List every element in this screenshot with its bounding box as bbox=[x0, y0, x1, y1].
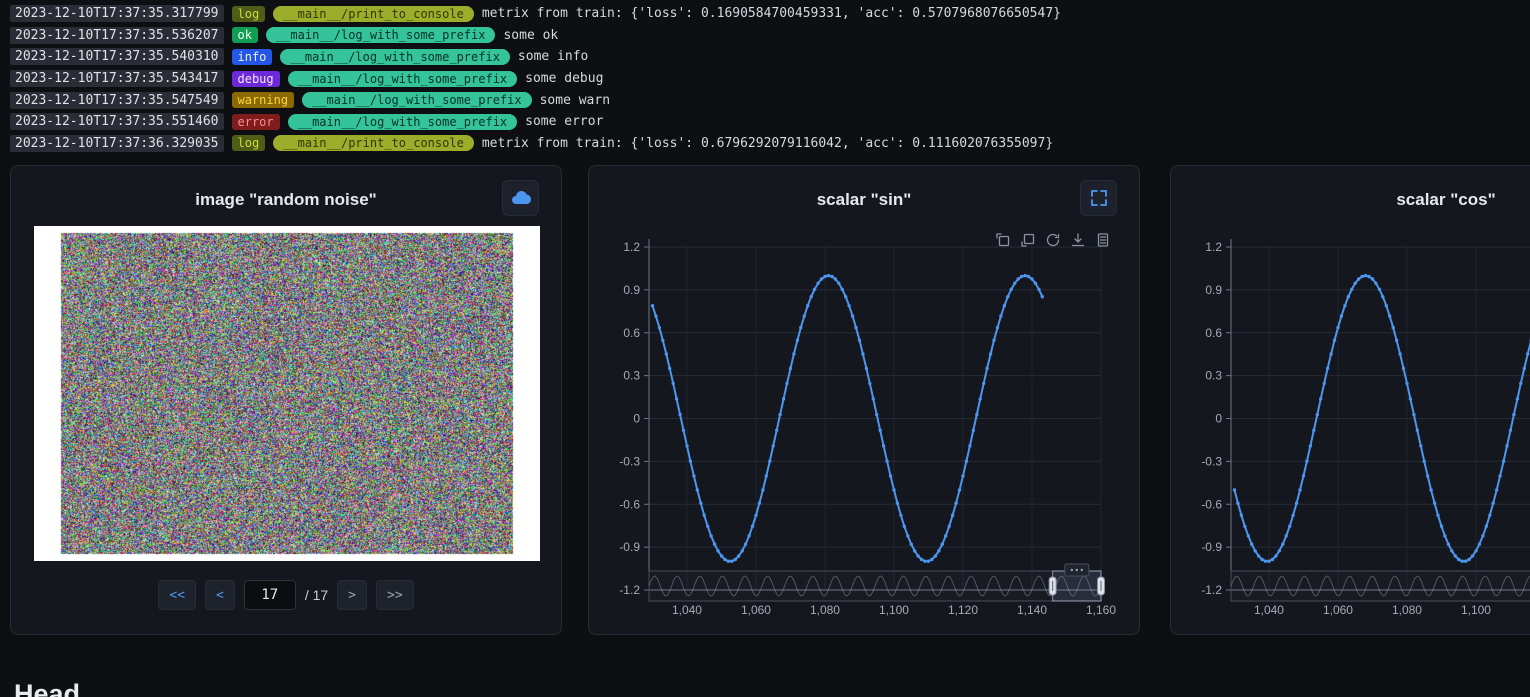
y-tick-label: 0.9 bbox=[1205, 283, 1222, 297]
log-message: some info bbox=[518, 49, 588, 64]
y-tick-label: 0.6 bbox=[1205, 326, 1222, 340]
y-tick-label: -0.3 bbox=[619, 454, 640, 468]
log-entry: 2023-12-10T17:37:35.543417 debug __main_… bbox=[0, 68, 1530, 90]
y-tick-label: -1.2 bbox=[1201, 583, 1222, 597]
log-timestamp: 2023-12-10T17:37:35.547549 bbox=[10, 92, 224, 109]
y-tick-label: -0.6 bbox=[619, 497, 640, 511]
x-tick-label: 1,080 bbox=[810, 603, 840, 617]
log-entry: 2023-12-10T17:37:35.547549 warning __mai… bbox=[0, 89, 1530, 111]
y-tick-label: -1.2 bbox=[619, 583, 640, 597]
log-module-badge: __main__/log_with_some_prefix bbox=[288, 114, 518, 130]
log-level-badge: ok bbox=[232, 27, 258, 43]
x-tick-label: 1,120 bbox=[948, 603, 978, 617]
y-tick-label: -0.9 bbox=[619, 540, 640, 554]
log-message: metrix from train: {'loss': 0.1690584700… bbox=[482, 6, 1061, 21]
log-message: some warn bbox=[540, 93, 610, 108]
y-tick-label: 1.2 bbox=[1205, 240, 1222, 254]
x-tick-label: 1,160 bbox=[1086, 603, 1116, 617]
x-tick-label: 1,080 bbox=[1392, 603, 1422, 617]
x-tick-label: 1,060 bbox=[1323, 603, 1353, 617]
log-level-badge: log bbox=[232, 135, 266, 151]
x-tick-label: 1,100 bbox=[879, 603, 909, 617]
log-level-badge: warning bbox=[232, 92, 295, 108]
last-page-button[interactable]: >> bbox=[376, 580, 414, 610]
log-entry: 2023-12-10T17:37:35.317799 log __main__/… bbox=[0, 3, 1530, 25]
log-timestamp: 2023-12-10T17:37:36.329035 bbox=[10, 135, 224, 152]
noise-image-canvas bbox=[34, 226, 540, 561]
log-module-badge: __main__/log_with_some_prefix bbox=[302, 92, 532, 108]
cos-chart-plot[interactable]: 1.2 0.9 0.6 0.3 0 -0.3 -0.6 -0.9 -1.2 1,040 1,060 1… bbox=[1171, 166, 1530, 636]
prev-page-button[interactable]: < bbox=[205, 580, 235, 610]
log-entry: 2023-12-10T17:37:35.540310 info __main__… bbox=[0, 46, 1530, 68]
log-message: some ok bbox=[503, 28, 558, 43]
log-entry: 2023-12-10T17:37:36.329035 log __main__/… bbox=[0, 133, 1530, 155]
log-message: some error bbox=[525, 114, 603, 129]
cloud-download-button[interactable] bbox=[502, 180, 539, 216]
x-tick-label: 1,040 bbox=[672, 603, 702, 617]
chart-toolbox bbox=[995, 232, 1111, 248]
page-total-label: / 17 bbox=[305, 587, 328, 603]
y-tick-label: -0.9 bbox=[1201, 540, 1222, 554]
log-timestamp: 2023-12-10T17:37:35.543417 bbox=[10, 70, 224, 87]
log-module-badge: __main__/print_to_console bbox=[273, 6, 474, 22]
y-tick-label: 0.6 bbox=[623, 326, 640, 340]
log-entry: 2023-12-10T17:37:35.551460 error __main_… bbox=[0, 111, 1530, 133]
log-module-badge: __main__/log_with_some_prefix bbox=[266, 27, 496, 43]
log-message: metrix from train: {'loss': 0.6796292079… bbox=[482, 136, 1053, 151]
fullscreen-button[interactable] bbox=[1080, 180, 1117, 216]
log-console: 2023-12-10T17:37:35.317799 log __main__/… bbox=[0, 0, 1530, 154]
x-tick-label: 1,060 bbox=[741, 603, 771, 617]
log-message: some debug bbox=[525, 71, 603, 86]
log-timestamp: 2023-12-10T17:37:35.540310 bbox=[10, 48, 224, 65]
next-page-button[interactable]: > bbox=[337, 580, 367, 610]
save-image-icon[interactable] bbox=[1070, 232, 1086, 248]
page-number-input[interactable] bbox=[244, 580, 296, 610]
image-card-title: image "random noise" bbox=[11, 190, 561, 210]
x-tick-label: 1,140 bbox=[1017, 603, 1047, 617]
log-module-badge: __main__/print_to_console bbox=[273, 135, 474, 151]
zoom-reset-icon[interactable] bbox=[1020, 232, 1036, 248]
y-tick-label: -0.6 bbox=[1201, 497, 1222, 511]
restore-icon[interactable] bbox=[1045, 232, 1061, 248]
log-entry: 2023-12-10T17:37:35.536207 ok __main__/l… bbox=[0, 25, 1530, 47]
y-tick-label: 0.9 bbox=[623, 283, 640, 297]
log-timestamp: 2023-12-10T17:37:35.551460 bbox=[10, 113, 224, 130]
cos-card-title: scalar "cos" bbox=[1171, 190, 1530, 210]
log-level-badge: debug bbox=[232, 71, 280, 87]
log-timestamp: 2023-12-10T17:37:35.317799 bbox=[10, 5, 224, 22]
first-page-button[interactable]: << bbox=[158, 580, 196, 610]
y-tick-label: 0.3 bbox=[1205, 369, 1222, 383]
box-zoom-icon[interactable] bbox=[995, 232, 1011, 248]
y-tick-label: 0 bbox=[633, 412, 640, 426]
x-tick-label: 1,100 bbox=[1461, 603, 1491, 617]
log-level-badge: error bbox=[232, 114, 280, 130]
log-module-badge: __main__/log_with_some_prefix bbox=[288, 71, 518, 87]
x-tick-label: 1,040 bbox=[1254, 603, 1284, 617]
image-card: image "random noise" << < / 17 > >> bbox=[10, 165, 562, 635]
data-view-icon[interactable] bbox=[1095, 232, 1111, 248]
log-timestamp: 2023-12-10T17:37:35.536207 bbox=[10, 27, 224, 44]
log-level-badge: log bbox=[232, 6, 266, 22]
scalar-cos-card: scalar "cos" 1.2 0.9 0.6 0.3 0 -0.3 -0.6 -0.9 -1… bbox=[1170, 165, 1530, 635]
y-tick-label: 0.3 bbox=[623, 369, 640, 383]
image-pagination: << < / 17 > >> bbox=[11, 580, 561, 610]
log-level-badge: info bbox=[232, 49, 273, 65]
y-tick-label: 0 bbox=[1215, 412, 1222, 426]
log-module-badge: __main__/log_with_some_prefix bbox=[280, 49, 510, 65]
cloud-download-icon bbox=[510, 189, 532, 207]
section-heading: Head bbox=[14, 679, 80, 697]
fullscreen-expand-icon bbox=[1089, 188, 1109, 208]
sin-card-title: scalar "sin" bbox=[589, 190, 1139, 210]
y-tick-label: 1.2 bbox=[623, 240, 640, 254]
y-tick-label: -0.3 bbox=[1201, 454, 1222, 468]
scalar-sin-card: scalar "sin" 1.2 0.9 0.6 0.3 0 -0.3 -0.6 -0.9 -1… bbox=[588, 165, 1140, 635]
